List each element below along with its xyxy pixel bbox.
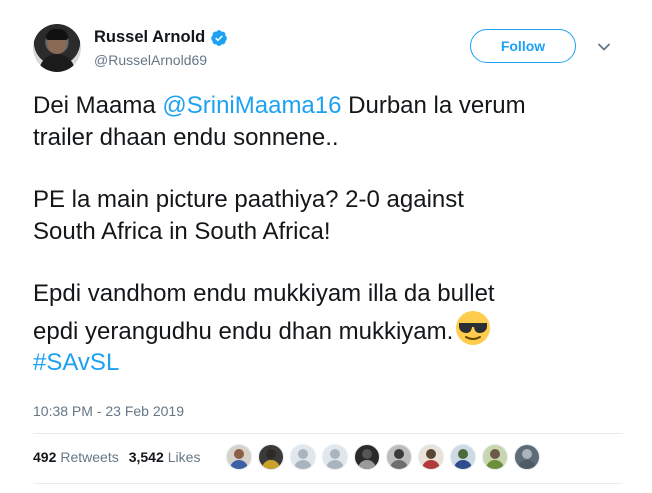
tweet-header: Russel Arnold @RusselArnold69 Follow xyxy=(33,24,623,76)
retweets-count: 492 xyxy=(33,449,57,465)
hashtag-link[interactable]: #SAvSL xyxy=(33,349,119,376)
tweet-timestamp[interactable]: 10:38 PM - 23 Feb 2019 xyxy=(33,403,184,419)
liker-avatar[interactable] xyxy=(450,444,476,470)
tweet-text-segment: Durban la verum xyxy=(341,92,526,119)
tweet-line: trailer dhaan endu sonnene.. xyxy=(33,123,339,151)
liker-avatar-body xyxy=(518,460,536,469)
liker-avatar-head xyxy=(362,449,372,459)
liker-avatar-head xyxy=(330,449,340,459)
liker-avatar[interactable] xyxy=(482,444,508,470)
liker-avatar-head xyxy=(266,449,276,459)
tweet-text-segment: Dei Maama xyxy=(33,92,163,119)
avatar[interactable] xyxy=(33,24,81,72)
tweet-line: PE la main picture paathiya? 2-0 against xyxy=(33,186,464,213)
liker-avatar-body xyxy=(294,460,312,469)
divider xyxy=(33,483,623,484)
liker-avatar-body xyxy=(422,460,440,469)
liker-avatar-body xyxy=(262,460,280,469)
liker-avatar-body xyxy=(358,460,376,469)
liker-avatar[interactable] xyxy=(258,444,284,470)
liker-avatar-head xyxy=(394,449,404,459)
liker-avatar[interactable] xyxy=(418,444,444,470)
liker-avatar-body xyxy=(230,460,248,469)
liker-avatar-body xyxy=(486,460,504,469)
tweet-line: epdi yerangudhu endu dhan mukkiyam. xyxy=(33,310,613,348)
author-name-row[interactable]: Russel Arnold xyxy=(94,28,228,47)
sunglasses-emoji-icon xyxy=(456,310,491,345)
liker-avatar-body xyxy=(390,460,408,469)
author-name[interactable]: Russel Arnold xyxy=(94,28,205,47)
liker-avatar-head xyxy=(458,449,468,459)
tweet-text-segment: epdi yerangudhu endu dhan mukkiyam. xyxy=(33,317,454,345)
verified-badge-icon xyxy=(211,29,228,46)
liker-avatar-head xyxy=(426,449,436,459)
chevron-down-icon[interactable] xyxy=(597,40,611,54)
liker-avatar-head xyxy=(234,449,244,459)
likes-stat[interactable]: 3,542 Likes xyxy=(129,449,201,465)
liker-avatar[interactable] xyxy=(514,444,540,470)
avatar-shirt xyxy=(39,54,75,72)
liker-avatar[interactable] xyxy=(354,444,380,470)
tweet-line: Epdi vandhom endu mukkiyam illa da bulle… xyxy=(33,280,495,307)
likes-label: Likes xyxy=(167,449,201,465)
tweet-text: Dei Maama @SriniMaama16 Durban la verum … xyxy=(33,90,613,379)
liker-avatar[interactable] xyxy=(386,444,412,470)
tweet-line: Dei Maama @SriniMaama16 Durban la verum xyxy=(33,90,613,122)
liker-avatars xyxy=(226,444,546,472)
mention-link[interactable]: @SriniMaama16 xyxy=(162,92,341,119)
liker-avatar-head xyxy=(298,449,308,459)
liker-avatar-head xyxy=(522,449,532,459)
retweets-label: Retweets xyxy=(60,449,119,465)
likes-count: 3,542 xyxy=(128,449,164,465)
avatar-hair xyxy=(46,29,68,40)
liker-avatar[interactable] xyxy=(290,444,316,470)
author-handle[interactable]: @RusselArnold69 xyxy=(94,52,207,68)
liker-avatar-head xyxy=(490,449,500,459)
tweet-line: South Africa in South Africa! xyxy=(33,217,331,245)
tweet-stats: 492 Retweets 3,542 Likes xyxy=(33,449,210,465)
tweet-line: #SAvSL xyxy=(33,347,613,379)
divider xyxy=(33,433,623,434)
liker-avatar-body xyxy=(454,460,472,469)
retweets-stat[interactable]: 492 Retweets xyxy=(33,449,119,465)
liker-avatar[interactable] xyxy=(226,444,252,470)
follow-button[interactable]: Follow xyxy=(470,29,576,63)
liker-avatar-body xyxy=(326,460,344,469)
liker-avatar[interactable] xyxy=(322,444,348,470)
